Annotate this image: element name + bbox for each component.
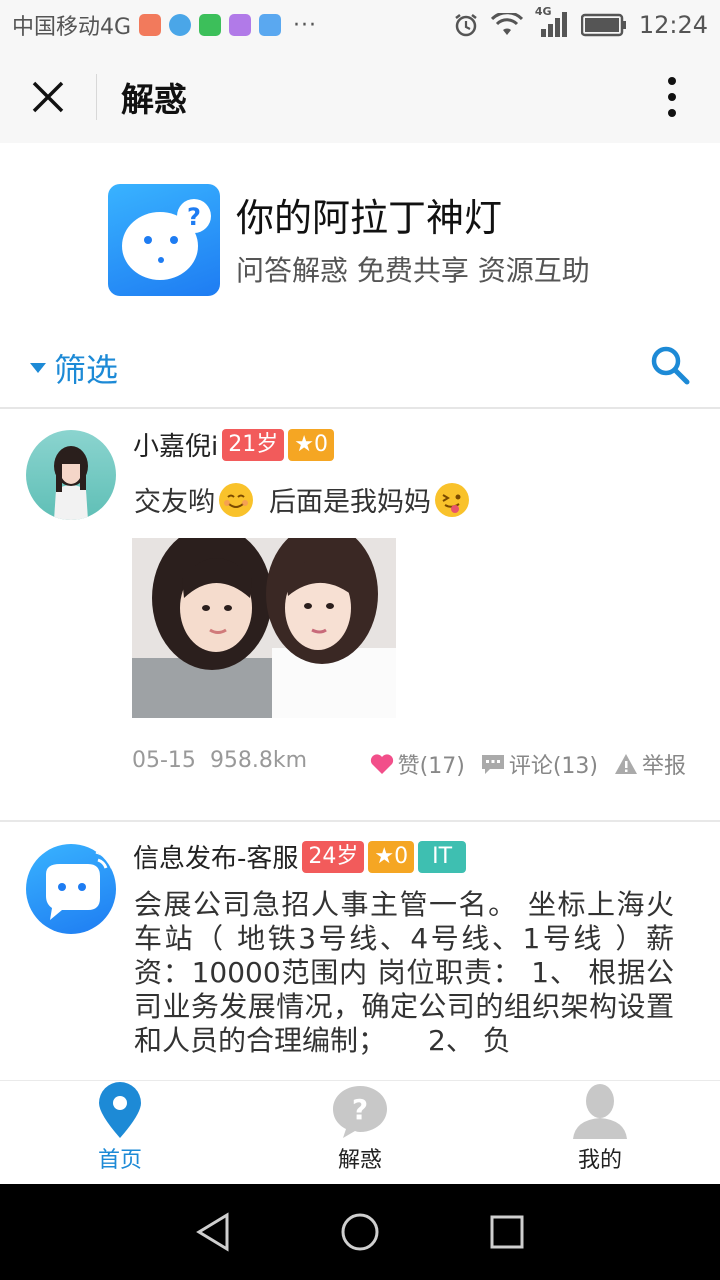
nav-bar: 解惑: [0, 50, 720, 143]
filter-bar: 筛选: [0, 323, 720, 409]
comment-label: 评论(13): [508, 754, 598, 779]
clock-label: 12:24: [638, 11, 708, 39]
search-icon: [651, 346, 690, 385]
signal-icon: 4G: [535, 5, 569, 39]
avatar[interactable]: [26, 844, 116, 934]
home-circle-icon[interactable]: [340, 1212, 380, 1252]
post-text: 后面是我妈妈: [269, 487, 431, 518]
username[interactable]: 信息发布-客服: [133, 838, 298, 875]
banner-subtitle: 问答解惑 免费共享 资源互助: [236, 254, 590, 287]
user-photo-avatar: [54, 446, 88, 520]
filter-button[interactable]: 筛选: [30, 345, 118, 391]
compass-app-icon: [259, 14, 282, 36]
page-title: 解惑: [121, 79, 187, 119]
nav-divider: [96, 73, 97, 120]
tab-mine-label: 我的: [577, 1148, 622, 1173]
post-actions: 赞(17) 评论(13) 举报: [370, 748, 686, 780]
svg-text:?: ?: [187, 203, 201, 231]
back-triangle-icon[interactable]: [195, 1212, 231, 1252]
report-button[interactable]: 举报: [614, 748, 686, 780]
post-date: 05-15: [132, 748, 196, 773]
tab-qa[interactable]: ? 解惑: [240, 1081, 480, 1184]
location-pin-icon: [99, 1082, 141, 1138]
more-vertical-icon: [668, 76, 676, 117]
avatar[interactable]: [26, 430, 116, 520]
chat-bubble-icon: [46, 850, 114, 920]
warning-icon: [614, 754, 637, 774]
gallery-app-icon: [229, 14, 252, 36]
question-bubble-icon: ?: [333, 1086, 387, 1138]
carrier-label: 中国移动4G: [12, 15, 132, 40]
mail-app-icon: [139, 14, 162, 36]
shield-app-icon: [199, 14, 222, 36]
user-info-row: 小嘉倪i 21岁 ★0: [133, 426, 334, 463]
category-tag-badge: IT: [418, 840, 467, 873]
tab-home-label: 首页: [97, 1148, 142, 1173]
post-text: 交友哟: [134, 487, 215, 518]
battery-icon: [580, 13, 626, 37]
age-badge: 21岁: [222, 428, 285, 461]
post-distance: 958.8km: [209, 748, 308, 773]
baby-app-icon: [169, 14, 192, 36]
app-banner: ? 你的阿拉丁神灯 问答解惑 免费共享 资源互助: [0, 143, 720, 323]
status-bar: 中国移动4G ··· 4G 12:24: [0, 0, 720, 50]
filter-label: 筛选: [54, 351, 119, 389]
more-notifications-icon: ···: [293, 12, 318, 38]
tab-qa-label: 解惑: [337, 1148, 382, 1173]
star-badge: ★0: [368, 840, 415, 873]
user-silhouette-icon: [573, 1084, 627, 1139]
system-navigation-bar: [0, 1184, 720, 1280]
tongue-emoji-icon: [435, 482, 469, 517]
like-button[interactable]: 赞(17): [370, 748, 465, 780]
post-card[interactable]: 小嘉倪i 21岁 ★0 交友哟 后面是我妈妈 05-15 958.8km 赞(1…: [0, 410, 720, 822]
age-badge: 24岁: [302, 840, 365, 873]
search-button[interactable]: [650, 345, 690, 389]
post-card[interactable]: 信息发布-客服 24岁 ★0 IT 会展公司急招人事主管一名。 坐标上海火车站（…: [0, 822, 720, 1080]
close-button[interactable]: [0, 50, 96, 143]
like-label: 赞(17): [397, 754, 465, 779]
comment-button[interactable]: 评论(13): [481, 748, 598, 780]
star-badge: ★0: [288, 428, 334, 461]
app-logo: ?: [108, 184, 220, 296]
recents-square-icon[interactable]: [489, 1214, 525, 1250]
heart-icon: [370, 754, 393, 774]
tab-home[interactable]: 首页: [0, 1081, 240, 1184]
post-content: 会展公司急招人事主管一名。 坐标上海火车站（ 地铁3号线、4号线、1号线 ）薪资…: [134, 888, 674, 1057]
selfie-photo-image: [132, 538, 396, 718]
user-info-row: 信息发布-客服 24岁 ★0 IT: [133, 838, 467, 875]
svg-text:?: ?: [352, 1093, 368, 1126]
wifi-icon: [490, 13, 523, 35]
post-meta: 05-15 958.8km: [132, 748, 307, 773]
banner-title: 你的阿拉丁神灯: [236, 196, 503, 240]
report-label: 举报: [641, 754, 686, 779]
username[interactable]: 小嘉倪i: [133, 426, 218, 463]
alarm-icon: [455, 14, 477, 37]
more-menu-button[interactable]: [624, 50, 720, 143]
smiley-question-icon: ?: [122, 199, 211, 280]
post-feed[interactable]: 小嘉倪i 21岁 ★0 交友哟 后面是我妈妈 05-15 958.8km 赞(1…: [0, 410, 720, 1080]
comment-icon: [481, 755, 504, 774]
smile-emoji-icon: [219, 482, 253, 517]
close-icon: [32, 81, 64, 112]
caret-down-icon: [30, 363, 46, 373]
post-photo[interactable]: [132, 538, 396, 718]
post-content: 交友哟 后面是我妈妈: [134, 480, 469, 519]
bottom-tab-bar: 首页 ? 解惑 我的: [0, 1080, 720, 1184]
tab-mine[interactable]: 我的: [480, 1081, 720, 1184]
